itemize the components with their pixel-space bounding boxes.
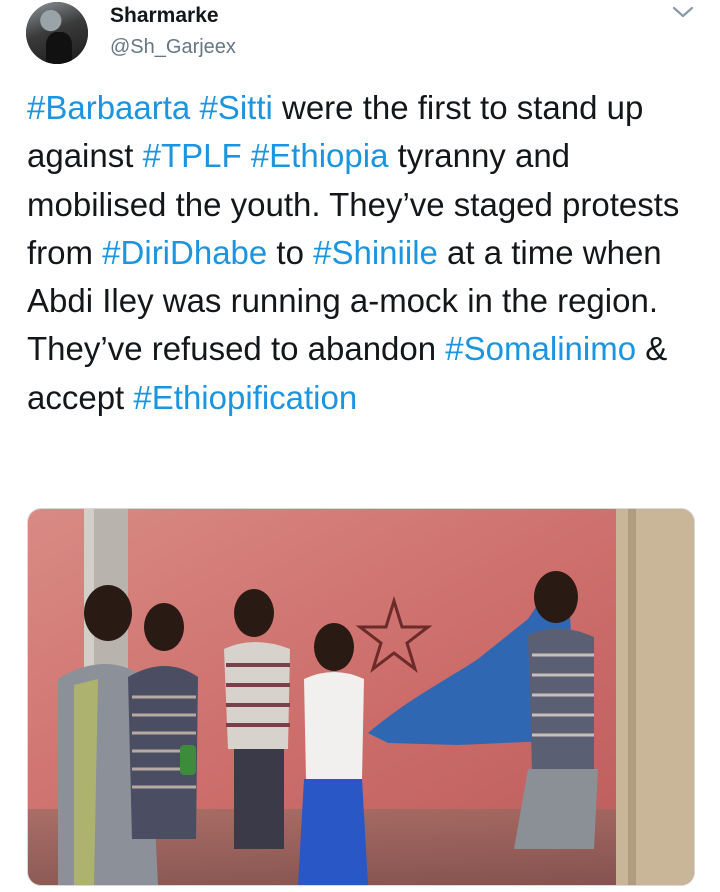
hashtag-link[interactable]: #DiriDhabe <box>102 234 267 271</box>
hashtag-link[interactable]: #Somalinimo <box>445 330 636 367</box>
hashtag-link[interactable]: #TPLF <box>143 137 242 174</box>
tweet-text: #Barbaarta #Sitti were the first to stan… <box>27 84 697 422</box>
hashtag-link[interactable]: #Shiniile <box>313 234 438 271</box>
hashtag-link[interactable]: #Sitti <box>199 89 272 126</box>
author-handle[interactable]: @Sh_Garjeex <box>110 36 236 59</box>
photo-scene <box>28 509 694 885</box>
tweet-text-segment: to <box>267 233 314 271</box>
tweet-header: Sharmarke @Sh_Garjeex <box>0 0 720 80</box>
avatar[interactable] <box>26 2 88 64</box>
hashtag-link[interactable]: #Barbaarta <box>27 89 190 126</box>
tweet-photo[interactable] <box>27 508 695 886</box>
avatar-figure <box>46 32 72 64</box>
author-name[interactable]: Sharmarke <box>110 4 219 28</box>
chevron-down-icon[interactable] <box>672 4 694 20</box>
tweet-text-segment <box>242 137 251 174</box>
hashtag-link[interactable]: #Ethiopia <box>251 137 389 174</box>
hashtag-link[interactable]: #Ethiopification <box>133 379 357 416</box>
